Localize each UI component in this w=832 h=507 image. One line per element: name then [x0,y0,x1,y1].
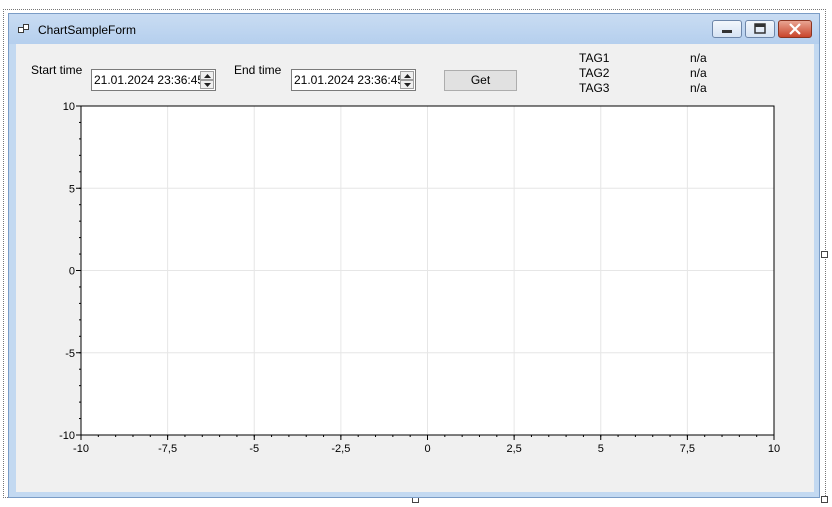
maximize-icon [754,23,766,34]
maximize-button[interactable] [745,20,775,38]
x-tick-label: 2,5 [506,443,521,455]
x-tick-label: -2,5 [331,443,350,455]
x-tick-label: 5 [598,443,604,455]
close-icon [789,23,801,35]
form-client-area: Start time 21.01.2024 23:36:45 End time … [16,44,814,492]
x-tick-label: -7,5 [158,443,177,455]
window-title: ChartSampleForm [38,23,137,37]
chart[interactable]: -10 -7,5 -5 -2,5 0 2,5 5 7,5 10 10 5 0 -5 -10 [16,44,814,492]
y-tick-label: 10 [63,101,75,113]
y-tick-label: -5 [65,348,75,360]
y-tick-label: 5 [69,183,75,195]
minimize-button[interactable] [712,20,742,38]
minimize-icon [722,30,732,33]
close-button[interactable] [778,20,812,38]
resize-handle-corner[interactable] [821,496,828,503]
x-tick-label: -10 [73,443,89,455]
resize-handle-right[interactable] [821,251,828,258]
x-tick-label: -5 [249,443,259,455]
y-tick-label: 0 [69,266,75,278]
x-tick-label: 10 [768,443,780,455]
x-tick-label: 0 [424,443,430,455]
app-icon [18,24,29,33]
title-bar[interactable]: ChartSampleForm [9,14,819,44]
chart-sample-window: ChartSampleForm Start time 21.01.2024 23… [8,13,820,498]
y-tick-label: -10 [59,430,75,442]
x-tick-label: 7,5 [680,443,695,455]
